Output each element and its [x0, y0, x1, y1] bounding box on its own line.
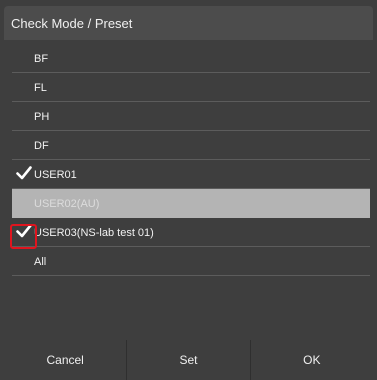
preset-item-label: FL [34, 82, 47, 94]
preset-item-label: PH [34, 111, 50, 123]
preset-item-all[interactable]: All [12, 247, 370, 276]
check-icon [16, 166, 32, 180]
highlight-box [10, 224, 37, 249]
dialog-title: Check Mode / Preset [11, 15, 133, 31]
preset-item-label: USER01 [34, 169, 77, 181]
dialog-footer: Cancel Set OK [4, 340, 373, 380]
preset-item-df[interactable]: DF [12, 131, 370, 160]
ok-button[interactable]: OK [249, 340, 373, 380]
preset-item-ph[interactable]: PH [12, 102, 370, 131]
dialog-title-bar: Check Mode / Preset [4, 6, 373, 40]
preset-item-bf[interactable]: BF [12, 44, 370, 73]
preset-item-label: USER02(AU) [34, 198, 100, 210]
preset-item-fl[interactable]: FL [12, 73, 370, 102]
preset-list: BF FL PH DF USER01 USER02(AU) USER03(NS-… [4, 40, 373, 340]
preset-item-label: USER03(NS-lab test 01) [34, 227, 154, 239]
cancel-button[interactable]: Cancel [4, 340, 126, 380]
set-button[interactable]: Set [126, 340, 249, 380]
check-mode-preset-dialog: Check Mode / Preset BF FL PH DF USER01 U… [0, 0, 377, 380]
preset-item-label: BF [34, 53, 49, 65]
preset-item-user03[interactable]: USER03(NS-lab test 01) [12, 218, 370, 247]
preset-item-label: All [34, 256, 47, 268]
preset-item-label: DF [34, 140, 49, 152]
preset-item-user02[interactable]: USER02(AU) [12, 189, 370, 218]
preset-item-user01[interactable]: USER01 [12, 160, 370, 189]
